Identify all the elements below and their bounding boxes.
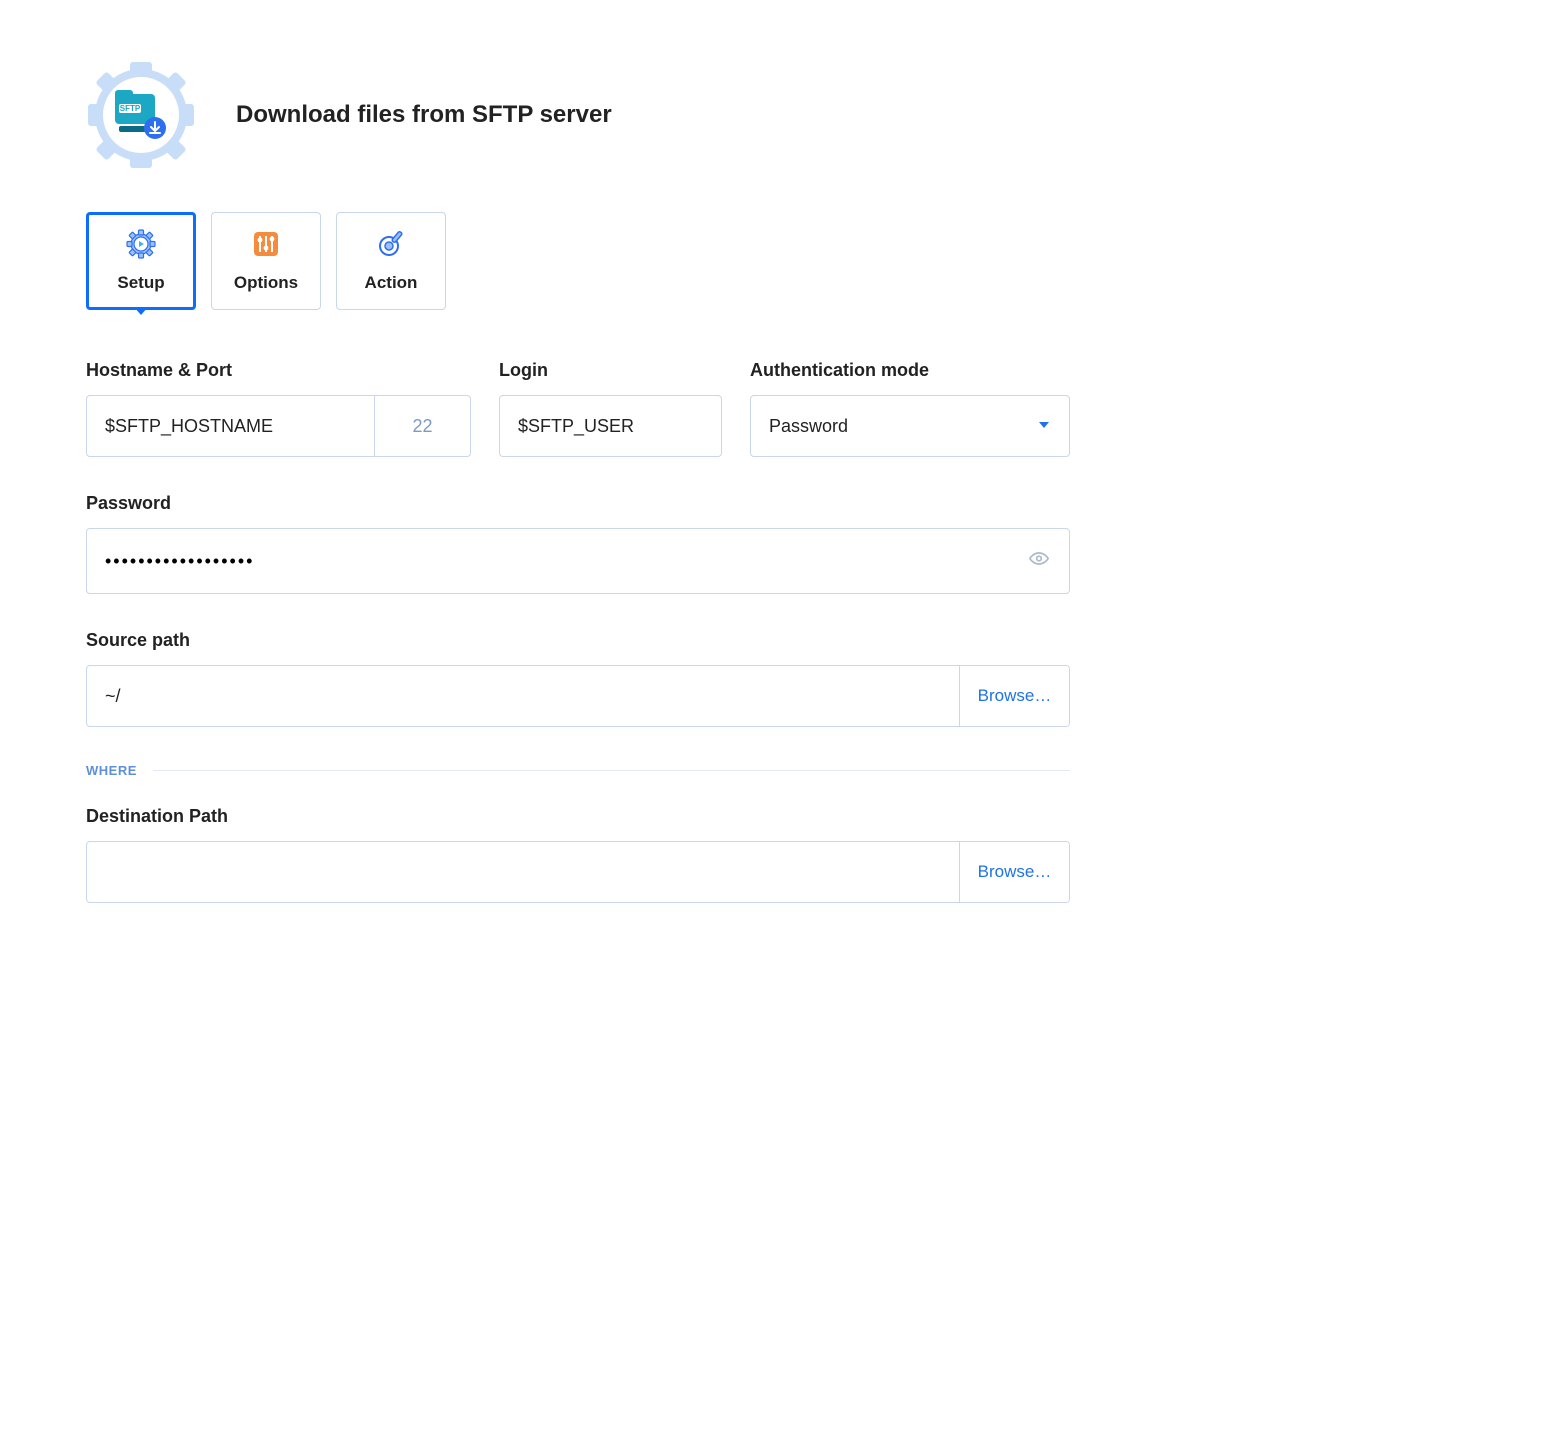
field-auth-mode: Authentication mode Password — [750, 360, 1070, 457]
divider-line — [153, 770, 1070, 771]
action-icon — [376, 229, 406, 259]
page-title: Download files from SFTP server — [236, 101, 612, 129]
form-container: SFTP Download files from SFTP server — [0, 0, 1156, 983]
field-destination-path: Destination Path Browse… — [86, 806, 1070, 903]
field-password: Password — [86, 493, 1070, 594]
label-hostname-port: Hostname & Port — [86, 360, 471, 381]
field-login: Login — [499, 360, 722, 457]
svg-text:SFTP: SFTP — [120, 104, 141, 113]
gear-play-icon — [126, 229, 156, 259]
login-input[interactable] — [499, 395, 722, 457]
form-row-1: Hostname & Port Login Authentication mod… — [86, 360, 1070, 457]
tabs: Setup Options — [86, 212, 1070, 310]
sftp-download-icon: SFTP — [113, 90, 169, 140]
app-badge: SFTP — [86, 60, 196, 170]
page-header: SFTP Download files from SFTP server — [86, 60, 1070, 170]
label-source-path: Source path — [86, 630, 1070, 651]
tab-label: Setup — [117, 273, 164, 293]
label-auth-mode: Authentication mode — [750, 360, 1070, 381]
section-where: WHERE — [86, 763, 1070, 778]
destination-path-input[interactable] — [87, 842, 959, 902]
browse-destination-button[interactable]: Browse… — [959, 842, 1069, 902]
section-where-label: WHERE — [86, 763, 137, 778]
browse-source-button[interactable]: Browse… — [959, 666, 1069, 726]
label-destination-path: Destination Path — [86, 806, 1070, 827]
port-input[interactable] — [374, 396, 470, 456]
tab-setup[interactable]: Setup — [86, 212, 196, 310]
eye-icon[interactable] — [1028, 548, 1050, 575]
tab-label: Action — [365, 273, 418, 293]
field-hostname-port: Hostname & Port — [86, 360, 471, 457]
field-source-path: Source path Browse… — [86, 630, 1070, 727]
auth-mode-select[interactable]: Password — [750, 395, 1070, 457]
hostname-input[interactable] — [87, 396, 374, 456]
tab-label: Options — [234, 273, 298, 293]
hostname-port-group — [86, 395, 471, 457]
label-password: Password — [86, 493, 1070, 514]
password-input[interactable] — [86, 528, 1070, 594]
label-login: Login — [499, 360, 722, 381]
sliders-icon — [251, 229, 281, 259]
tab-action[interactable]: Action — [336, 212, 446, 310]
source-path-input[interactable] — [87, 666, 959, 726]
tab-options[interactable]: Options — [211, 212, 321, 310]
